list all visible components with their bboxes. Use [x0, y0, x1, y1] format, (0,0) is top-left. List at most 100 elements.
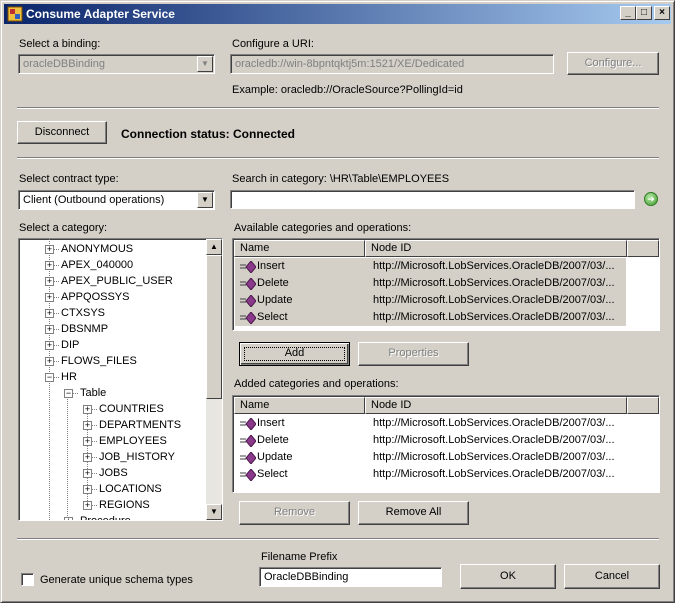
tree-item[interactable]: + DIP [19, 337, 206, 353]
category-label: Select a category: [19, 222, 108, 234]
tree-item[interactable]: + LOCATIONS [19, 481, 206, 497]
expand-icon[interactable]: + [45, 245, 54, 254]
operation-name: Delete [257, 277, 289, 289]
window-title: Consume Adapter Service [26, 7, 175, 21]
list-item[interactable]: Delete http://Microsoft.LobServices.Oracl… [235, 275, 626, 292]
remove-button[interactable]: Remove [239, 501, 350, 525]
tree-item[interactable]: + ANONYMOUS [19, 241, 206, 257]
list-item[interactable]: Delete http://Microsoft.LobServices.Oracl… [235, 432, 645, 449]
configure-button[interactable]: Configure... [567, 52, 659, 75]
expand-icon[interactable]: + [83, 421, 92, 430]
tree-item-label: HR [61, 371, 77, 383]
tree-item[interactable]: + JOBS [19, 465, 206, 481]
expand-icon[interactable]: + [45, 261, 54, 270]
remove-all-button[interactable]: Remove All [358, 501, 469, 525]
connection-status: Connection status: Connected [121, 127, 296, 141]
unique-schema-label: Generate unique schema types [40, 574, 193, 586]
expand-icon[interactable]: + [83, 405, 92, 414]
cancel-button[interactable]: Cancel [564, 564, 660, 589]
chevron-down-icon[interactable]: ▼ [197, 56, 213, 72]
list-item[interactable]: Select http://Microsoft.LobServices.Oracl… [235, 309, 626, 326]
expand-icon[interactable]: + [64, 517, 73, 520]
expand-icon[interactable]: + [45, 341, 54, 350]
tree-item[interactable]: + FLOWS_FILES [19, 353, 206, 369]
scroll-up-icon[interactable]: ▲ [206, 239, 222, 255]
maximize-button[interactable]: □ [636, 6, 652, 20]
contract-type-value: Client (Outbound operations) [23, 194, 165, 206]
tree-item[interactable]: + Procedure [19, 513, 206, 520]
tree-item-label: FLOWS_FILES [61, 355, 137, 367]
operation-icon [240, 312, 256, 324]
tree-item[interactable]: + DEPARTMENTS [19, 417, 206, 433]
filename-prefix-input[interactable]: OracleDBBinding [259, 567, 442, 587]
binding-label: Select a binding: [19, 38, 101, 50]
collapse-icon[interactable]: − [64, 389, 73, 398]
search-input[interactable] [230, 190, 635, 209]
added-label: Added categories and operations: [234, 378, 399, 390]
operation-icon [240, 435, 256, 447]
column-header-filler [627, 240, 659, 257]
expand-icon[interactable]: + [83, 485, 92, 494]
column-header-name[interactable]: Name [234, 397, 365, 414]
close-button[interactable]: × [654, 6, 670, 20]
chevron-down-icon[interactable]: ▼ [197, 192, 213, 208]
contract-type-select[interactable]: Client (Outbound operations) ▼ [18, 190, 215, 210]
expand-icon[interactable]: + [83, 437, 92, 446]
category-scrollbar[interactable]: ▲ ▼ [206, 239, 222, 520]
scroll-down-icon[interactable]: ▼ [206, 504, 222, 520]
available-label: Available categories and operations: [234, 222, 412, 234]
list-item[interactable]: Update http://Microsoft.LobServices.Oracl… [235, 292, 626, 309]
tree-item-label: DIP [61, 339, 80, 351]
operation-name: Insert [257, 260, 285, 272]
collapse-icon[interactable]: − [45, 373, 54, 382]
properties-button[interactable]: Properties [358, 342, 469, 366]
unique-schema-checkbox[interactable] [21, 573, 34, 586]
column-header-name[interactable]: Name [234, 240, 365, 257]
tree-item[interactable]: + REGIONS [19, 497, 206, 513]
tree-item[interactable]: + EMPLOYEES [19, 433, 206, 449]
tree-item[interactable]: + JOB_HISTORY [19, 449, 206, 465]
operation-node-id: http://Microsoft.LobServices.OracleDB/20… [373, 434, 615, 446]
tree-item[interactable]: − Table [19, 385, 206, 401]
list-item[interactable]: Select http://Microsoft.LobServices.Oracl… [235, 466, 645, 483]
tree-item[interactable]: + APEX_040000 [19, 257, 206, 273]
title-bar[interactable]: Consume Adapter Service _ □ × [4, 4, 671, 24]
add-button[interactable]: Add [239, 342, 350, 366]
expand-icon[interactable]: + [83, 469, 92, 478]
list-item[interactable]: Update http://Microsoft.LobServices.Oracl… [235, 449, 645, 466]
uri-input[interactable]: oracledb://win-8bpntqktj5m:1521/XE/Dedic… [230, 54, 554, 74]
tree-item[interactable]: + COUNTRIES [19, 401, 206, 417]
uri-example: Example: oracledb://OracleSource?Polling… [232, 84, 463, 96]
category-tree[interactable]: + ANONYMOUS + APEX_040000 + APEX_PUBLIC_USER +… [18, 238, 223, 521]
binding-select[interactable]: oracleDBBinding ▼ [18, 54, 215, 74]
column-header-node-id[interactable]: Node ID [365, 397, 627, 414]
tree-item[interactable]: + CTXSYS [19, 305, 206, 321]
tree-item[interactable]: + APPQOSSYS [19, 289, 206, 305]
search-go-icon[interactable]: ➜ [644, 192, 658, 206]
column-header-node-id[interactable]: Node ID [365, 240, 627, 257]
expand-icon[interactable]: + [45, 293, 54, 302]
operation-node-id: http://Microsoft.LobServices.OracleDB/20… [373, 260, 615, 272]
disconnect-button[interactable]: Disconnect [17, 121, 107, 144]
expand-icon[interactable]: + [45, 277, 54, 286]
expand-icon[interactable]: + [45, 309, 54, 318]
tree-item-label: APEX_040000 [61, 259, 134, 271]
expand-icon[interactable]: + [83, 501, 92, 510]
tree-item[interactable]: + DBSNMP [19, 321, 206, 337]
list-item[interactable]: Insert http://Microsoft.LobServices.Oracl… [235, 415, 645, 432]
operation-icon [240, 278, 256, 290]
expand-icon[interactable]: + [45, 325, 54, 334]
operation-icon [240, 469, 256, 481]
minimize-button[interactable]: _ [620, 6, 636, 20]
ok-button[interactable]: OK [460, 564, 556, 589]
tree-item[interactable]: − HR [19, 369, 206, 385]
added-list[interactable]: Name Node ID Insert http://Microsoft.LobS… [232, 395, 660, 493]
expand-icon[interactable]: + [83, 453, 92, 462]
list-item[interactable]: Insert http://Microsoft.LobServices.Oracl… [235, 258, 626, 275]
tree-item[interactable]: + APEX_PUBLIC_USER [19, 273, 206, 289]
expand-icon[interactable]: + [45, 357, 54, 366]
operation-name: Insert [257, 417, 285, 429]
available-list[interactable]: Name Node ID Insert http://Microsoft.LobS… [232, 238, 660, 331]
operation-node-id: http://Microsoft.LobServices.OracleDB/20… [373, 468, 615, 480]
scroll-thumb[interactable] [206, 255, 222, 399]
